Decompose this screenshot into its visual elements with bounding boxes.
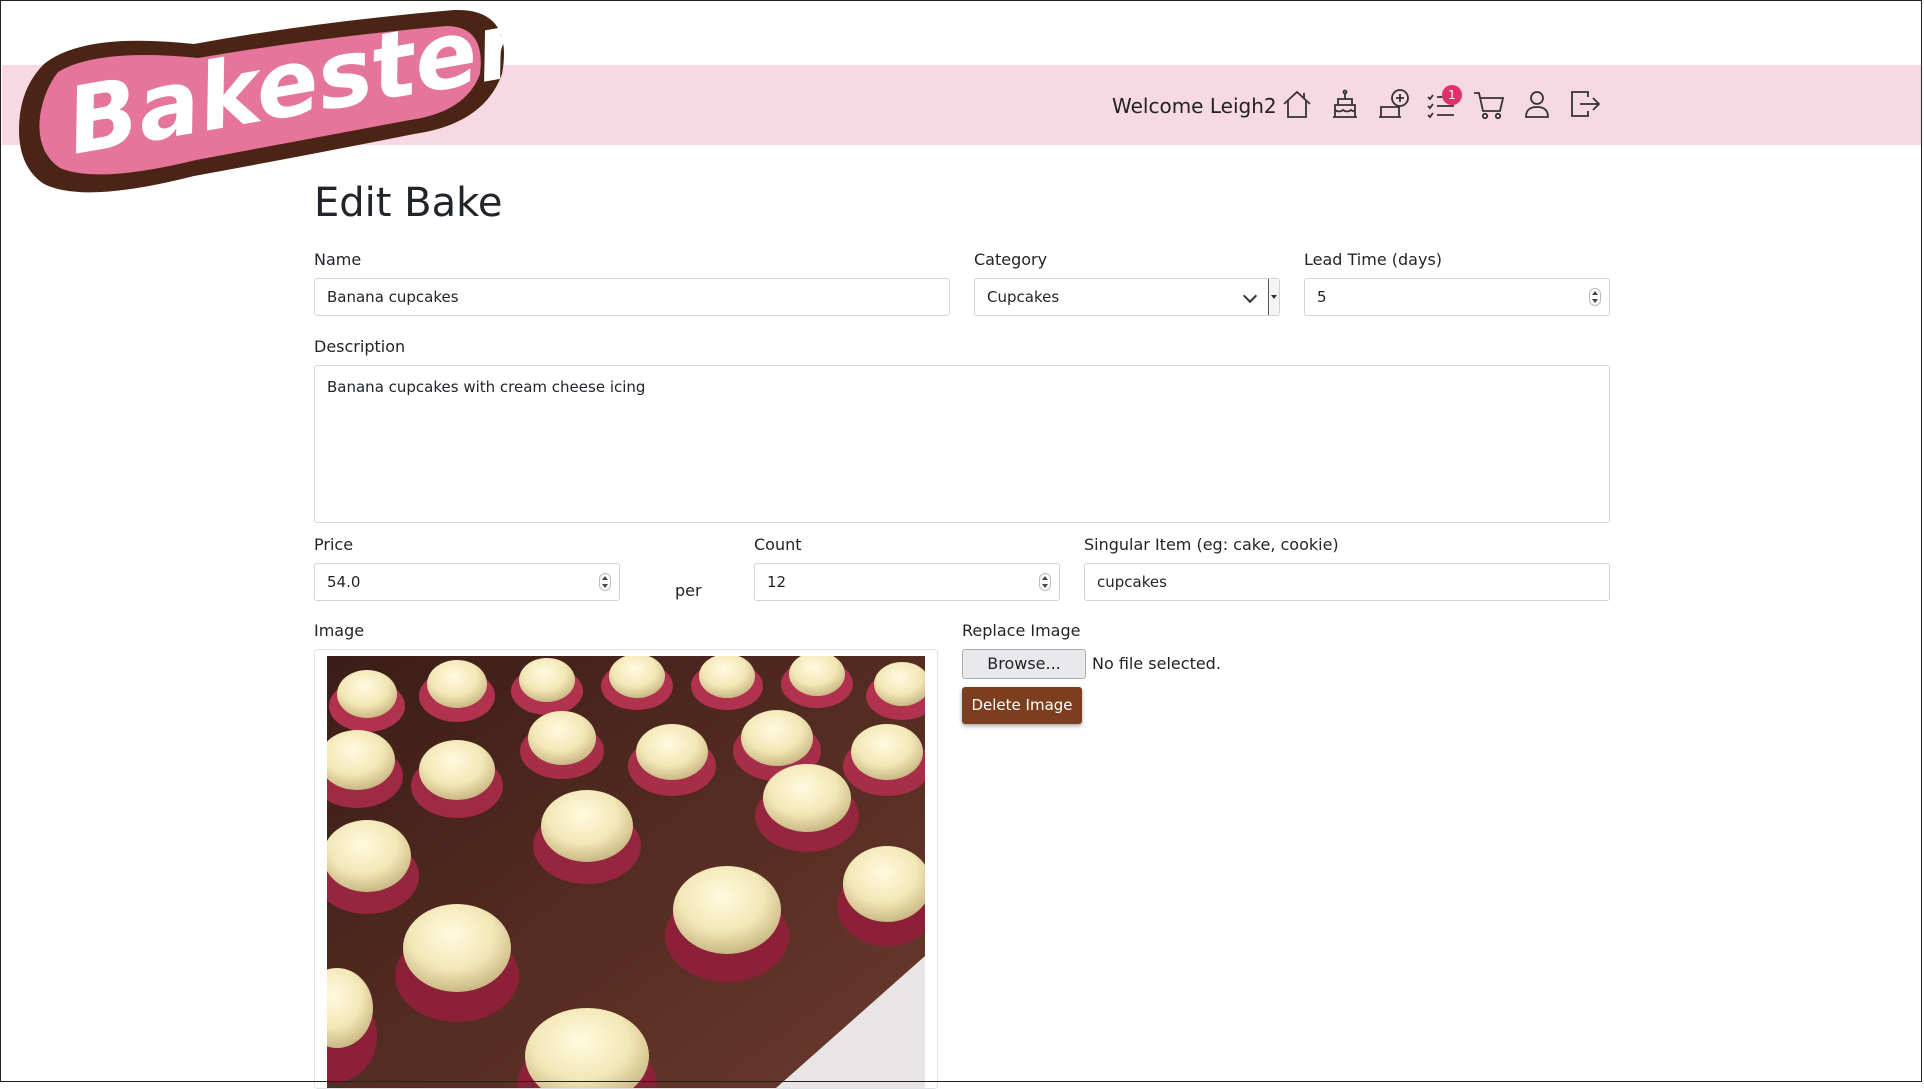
lead-time-label: Lead Time (days) [1304, 250, 1443, 269]
price-label: Price [314, 535, 354, 554]
per-text: per [675, 581, 702, 600]
singular-item-input[interactable]: cupcakes [1084, 563, 1610, 601]
no-file-text: No file selected. [1092, 654, 1221, 673]
description-label: Description [314, 337, 406, 356]
name-label: Name [314, 250, 362, 269]
home-icon[interactable] [1280, 87, 1314, 121]
category-label: Category [974, 250, 1048, 269]
price-spinner[interactable] [599, 573, 611, 591]
price-input[interactable]: 54.0 [314, 563, 620, 601]
cake-icon[interactable] [1328, 87, 1362, 121]
lead-time-spinner[interactable] [1589, 288, 1601, 306]
cupcakes-photo [327, 656, 925, 1088]
count-label: Count [754, 535, 802, 554]
orders-badge: 1 [1442, 85, 1462, 105]
name-input[interactable]: Banana cupcakes [314, 278, 950, 316]
lead-time-input[interactable]: 5 [1304, 278, 1610, 316]
lead-time-value: 5 [1317, 288, 1327, 306]
delete-image-button[interactable]: Delete Image [962, 687, 1082, 724]
count-spinner[interactable] [1039, 573, 1051, 591]
count-input[interactable]: 12 [754, 563, 1060, 601]
category-value: Cupcakes [987, 288, 1060, 306]
bakester-logo[interactable]: Bakester [14, 4, 504, 208]
logout-icon[interactable] [1568, 87, 1602, 121]
user-icon[interactable] [1520, 87, 1554, 121]
browse-button[interactable]: Browse... [962, 649, 1086, 679]
select-dropdown-handle[interactable] [1268, 279, 1279, 315]
description-textarea[interactable]: Banana cupcakes with cream cheese icing [314, 365, 1610, 523]
category-select[interactable]: Cupcakes [974, 278, 1280, 316]
welcome-text: Welcome Leigh2 [1112, 94, 1277, 118]
cart-icon[interactable] [1472, 87, 1506, 121]
replace-image-label: Replace Image [962, 621, 1081, 640]
add-bake-icon[interactable] [1376, 87, 1410, 121]
price-value: 54.0 [327, 573, 361, 591]
singular-item-label: Singular Item (eg: cake, cookie) [1084, 535, 1339, 554]
chevron-down-icon [1242, 288, 1258, 304]
count-value: 12 [767, 573, 787, 591]
image-preview-frame [314, 649, 938, 1089]
image-label: Image [314, 621, 365, 640]
